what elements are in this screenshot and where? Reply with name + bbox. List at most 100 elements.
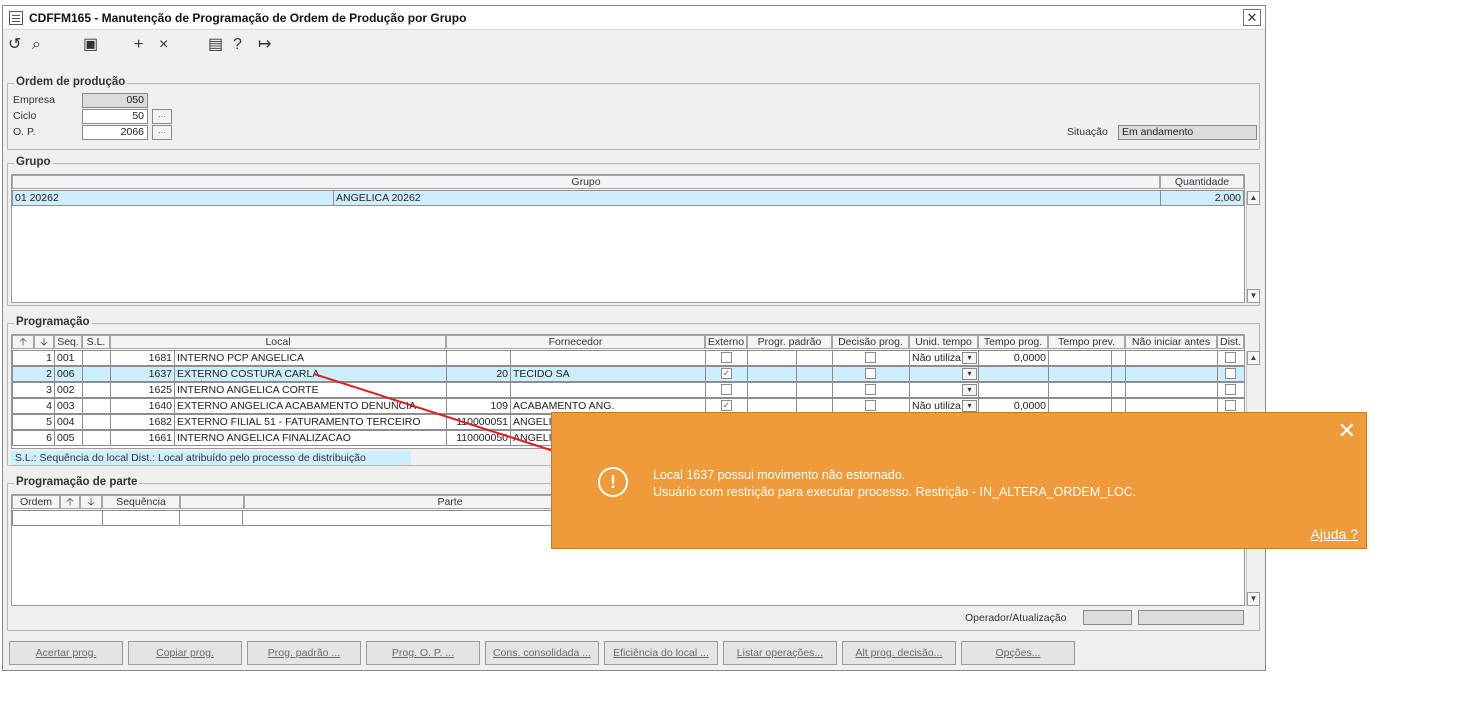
tempo-prog-column-header[interactable]: Tempo prog. xyxy=(978,335,1048,349)
programacao-cell[interactable] xyxy=(1111,382,1126,398)
programacao-cell[interactable]: INTERNO ANGELICA FINALIZACAO xyxy=(174,430,447,446)
externo-checkbox[interactable] xyxy=(721,384,732,395)
programacao-cell[interactable] xyxy=(1111,366,1126,382)
externo-column-header[interactable]: Externo xyxy=(705,335,747,349)
programacao-cell[interactable] xyxy=(747,382,798,398)
sequencia-column-header[interactable]: Sequência xyxy=(102,495,180,509)
grupo-scrollbar[interactable]: ▲ ▼ xyxy=(1246,191,1260,303)
programacao-cell[interactable]: EXTERNO COSTURA CARLA xyxy=(174,366,447,382)
programacao-cell[interactable] xyxy=(82,414,111,430)
programacao-cell[interactable]: ▾ xyxy=(909,366,979,382)
externo-checkbox[interactable]: ✓ xyxy=(721,368,732,379)
programacao-cell[interactable] xyxy=(82,382,111,398)
programacao-cell[interactable] xyxy=(1048,350,1113,366)
tempo-prev-column-header[interactable]: Tempo prev. xyxy=(1048,335,1125,349)
programacao-cell[interactable]: INTERNO PCP ANGELICA xyxy=(174,350,447,366)
dist-column-header[interactable]: Dist. xyxy=(1217,335,1244,349)
programacao-cell[interactable] xyxy=(978,382,1049,398)
programacao-cell[interactable] xyxy=(446,350,511,366)
programacao-cell[interactable]: ▾ xyxy=(909,382,979,398)
programacao-cell[interactable]: 110000050 xyxy=(446,430,511,446)
op-field[interactable]: 2066 xyxy=(82,125,148,140)
programacao-cell[interactable]: 1625 xyxy=(110,382,175,398)
parte-sequencia-cell[interactable] xyxy=(102,510,180,526)
programacao-cell[interactable]: 001 xyxy=(54,350,83,366)
programacao-cell[interactable]: 1682 xyxy=(110,414,175,430)
parte-ordem-cell[interactable] xyxy=(12,510,103,526)
sort-down-icon[interactable]: 🡣 xyxy=(34,335,54,349)
nao-iniciar-column-header[interactable]: Não iniciar antes xyxy=(1125,335,1217,349)
grupo-descricao-cell[interactable]: ANGELICA 20262 xyxy=(333,190,1161,206)
help-icon[interactable]: ? xyxy=(233,36,242,54)
programacao-cell[interactable]: 20 xyxy=(446,366,511,382)
decisao-checkbox[interactable] xyxy=(865,384,876,395)
sort-down-icon[interactable]: 🡣 xyxy=(80,495,102,509)
exit-icon[interactable]: ↦ xyxy=(258,36,271,54)
programacao-cell[interactable]: INTERNO ANGELICA CORTE xyxy=(174,382,447,398)
scroll-up-icon[interactable]: ▲ xyxy=(1247,351,1260,365)
scroll-down-icon[interactable]: ▼ xyxy=(1247,289,1260,303)
chevron-down-icon[interactable]: ▾ xyxy=(962,384,977,396)
programacao-cell[interactable]: 006 xyxy=(54,366,83,382)
programacao-cell[interactable]: 003 xyxy=(54,398,83,414)
programacao-cell[interactable] xyxy=(1048,382,1113,398)
decisao-checkbox[interactable] xyxy=(865,352,876,363)
programacao-cell[interactable]: EXTERNO ANGELICA ACABAMENTO DENUNCIA xyxy=(174,398,447,414)
programacao-cell[interactable]: Não utiliza ▾ xyxy=(909,350,979,366)
window-close-button[interactable]: ✕ xyxy=(1243,9,1261,26)
programacao-cell[interactable]: 3 xyxy=(12,382,55,398)
ciclo-field[interactable]: 50 xyxy=(82,109,148,124)
programacao-cell[interactable] xyxy=(796,366,833,382)
programacao-cell[interactable] xyxy=(82,398,111,414)
grupo-quantidade-cell[interactable]: 2,000 xyxy=(1160,190,1244,206)
programacao-cell[interactable] xyxy=(1217,350,1244,366)
programacao-cell[interactable]: 004 xyxy=(54,414,83,430)
progr-padrao-column-header[interactable]: Progr. padrão xyxy=(747,335,832,349)
delete-icon[interactable]: × xyxy=(159,36,168,54)
programacao-cell[interactable] xyxy=(747,366,798,382)
programacao-cell[interactable]: 0,0000 xyxy=(978,350,1049,366)
programacao-cell[interactable] xyxy=(446,382,511,398)
programacao-cell[interactable]: 005 xyxy=(54,430,83,446)
grupo-codigo-cell[interactable]: 01 20262 xyxy=(12,190,334,206)
close-icon[interactable]: ✕ xyxy=(1338,419,1356,443)
programacao-cell[interactable] xyxy=(1125,382,1218,398)
programacao-cell[interactable]: TECIDO SA xyxy=(510,366,706,382)
save-icon[interactable]: ▣ xyxy=(83,36,98,54)
programacao-cell[interactable] xyxy=(796,382,833,398)
copiar-prog-button[interactable]: Copiar prog. xyxy=(128,641,242,665)
decisao-checkbox[interactable] xyxy=(865,400,876,411)
programacao-cell[interactable] xyxy=(510,350,706,366)
programacao-cell[interactable] xyxy=(747,350,798,366)
decisao-checkbox[interactable] xyxy=(865,368,876,379)
calendar-icon[interactable]: ▤ xyxy=(208,36,223,54)
programacao-cell[interactable]: EXTERNO FILIAL 51 - FATURAMENTO TERCEIRO xyxy=(174,414,447,430)
decisao-column-header[interactable]: Decisão prog. xyxy=(832,335,909,349)
acertar-prog-button[interactable]: Acertar prog. xyxy=(9,641,123,665)
programacao-cell[interactable] xyxy=(82,350,111,366)
eficiencia-local-button[interactable]: Eficiência do local ... xyxy=(604,641,718,665)
dist-checkbox[interactable] xyxy=(1225,400,1236,411)
programacao-cell[interactable] xyxy=(832,350,910,366)
prog-op-button[interactable]: Prog. O. P. ... xyxy=(366,641,480,665)
programacao-cell[interactable] xyxy=(510,382,706,398)
programacao-cell[interactable] xyxy=(978,366,1049,382)
search-icon[interactable]: ⌕ xyxy=(32,36,41,54)
cons-consolidada-button[interactable]: Cons. consolidada ... xyxy=(485,641,599,665)
sort-up-icon[interactable]: 🡡 xyxy=(12,335,34,349)
dist-checkbox[interactable] xyxy=(1225,352,1236,363)
externo-checkbox[interactable]: ✓ xyxy=(721,400,732,411)
undo-icon[interactable]: ↺ xyxy=(8,36,21,54)
listar-operacoes-button[interactable]: Listar operações... xyxy=(723,641,837,665)
programacao-cell[interactable] xyxy=(705,350,748,366)
programacao-cell[interactable]: 1681 xyxy=(110,350,175,366)
programacao-cell[interactable]: ✓ xyxy=(705,366,748,382)
programacao-cell[interactable] xyxy=(705,382,748,398)
chevron-down-icon[interactable]: ▾ xyxy=(962,368,977,380)
programacao-cell[interactable] xyxy=(1125,350,1218,366)
programacao-cell[interactable] xyxy=(1217,366,1244,382)
parte-blank-cell[interactable] xyxy=(179,510,243,526)
dist-checkbox[interactable] xyxy=(1225,384,1236,395)
ordem-column-header[interactable]: Ordem xyxy=(12,495,60,509)
sort-up-icon[interactable]: 🡡 xyxy=(60,495,80,509)
